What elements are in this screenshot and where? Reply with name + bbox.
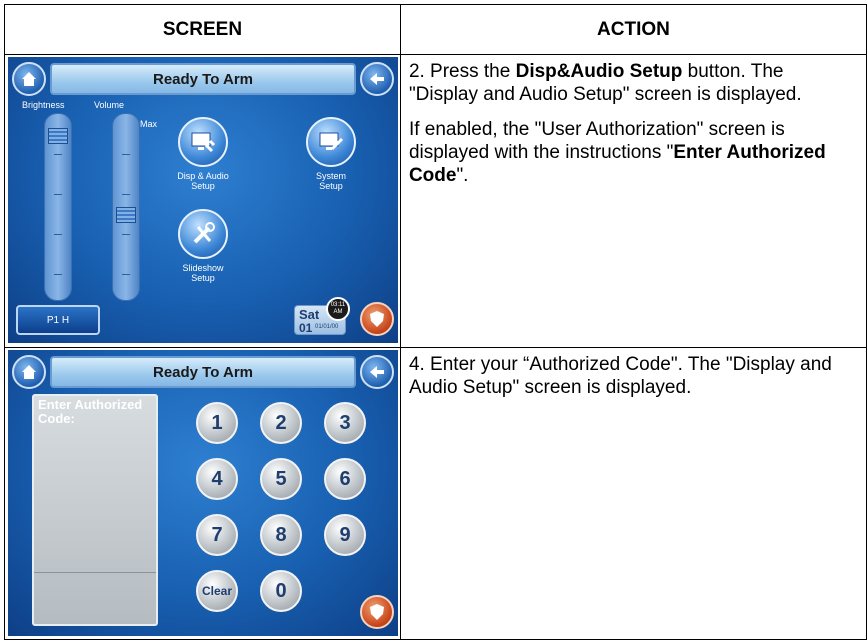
screen-cell: Ready To Arm Enter Authorized Code: 1 2 … [4,347,401,640]
disp-audio-setup-button[interactable] [178,117,228,167]
action-step-4: 4. Enter your “Authorized Code". The "Di… [408,354,832,398]
clear-key[interactable]: Clear [196,570,238,612]
home-icon [22,72,36,86]
date-full: 01/01/00 [315,324,339,330]
shield-icon [370,604,384,620]
instruction-table: SCREEN ACTION Ready To Arm Brightness Vo… [4,4,867,640]
security-button[interactable] [360,302,394,336]
back-button[interactable] [360,355,394,389]
key-7[interactable]: 7 [196,514,238,556]
volume-label: Volume [94,100,125,110]
back-button[interactable] [360,62,394,96]
max-label: Max [140,119,158,129]
key-5[interactable]: 5 [260,458,302,500]
key-4[interactable]: 4 [196,458,238,500]
step-row: Ready To Arm Brightness Volume Max Disp … [4,54,867,348]
step-row: Ready To Arm Enter Authorized Code: 1 2 … [4,347,867,640]
slideshow-setup-button[interactable] [178,209,228,259]
home-button[interactable] [12,62,46,96]
key-1[interactable]: 1 [196,402,238,444]
disp-audio-setup-label: Disp & Audio Setup [177,171,229,191]
monitor-audio-icon [191,132,216,153]
key-2[interactable]: 2 [260,402,302,444]
partition-button[interactable]: P1 H [16,305,100,335]
status-title: Ready To Arm [50,63,356,95]
code-entry-label: Enter Authorized Code: [38,397,143,426]
action-header: ACTION [399,4,867,55]
monitor-tools-icon [319,132,344,151]
brightness-slider-thumb[interactable] [48,128,68,144]
action-note: If enabled, the "User Authorization" scr… [408,119,826,186]
touchscreen-panel: Ready To Arm Enter Authorized Code: 1 2 … [8,350,398,636]
date-day: Sat [299,307,320,322]
back-arrow-icon [370,366,384,378]
home-icon [22,365,36,379]
key-0[interactable]: 0 [260,570,302,612]
clock-ampm: AM [333,309,343,315]
key-8[interactable]: 8 [260,514,302,556]
screen-header: SCREEN [4,4,401,55]
home-button[interactable] [12,355,46,389]
date-num: 01 [299,321,313,335]
header-row: SCREEN ACTION [4,4,867,55]
code-entry-display: Enter Authorized Code: [32,394,158,626]
volume-slider-thumb[interactable] [116,207,136,224]
action-step-2: 2. Press the Disp&Audio Setup button. Th… [408,61,802,105]
status-title: Ready To Arm [50,356,356,388]
clock-display: 03:11 AM [326,297,350,321]
wrench-icon [193,222,215,244]
volume-slider[interactable] [112,113,140,301]
brightness-slider[interactable] [44,113,72,301]
security-button[interactable] [360,595,394,629]
shield-icon [370,311,384,327]
brightness-label: Brightness [22,100,65,110]
clock-time: 03:11 [330,302,346,308]
key-6[interactable]: 6 [324,458,366,500]
system-setup-label: System Setup [315,171,346,191]
touchscreen-panel: Ready To Arm Brightness Volume Max Disp … [8,57,398,343]
back-arrow-icon [370,73,384,85]
key-3[interactable]: 3 [324,402,366,444]
screen-cell: Ready To Arm Brightness Volume Max Disp … [4,54,401,348]
action-cell: 2. Press the Disp&Audio Setup button. Th… [399,54,867,348]
system-setup-button[interactable] [306,117,356,167]
action-cell: 4. Enter your “Authorized Code". The "Di… [399,347,867,640]
key-9[interactable]: 9 [324,514,366,556]
slideshow-setup-label: Slideshow Setup [182,263,224,283]
